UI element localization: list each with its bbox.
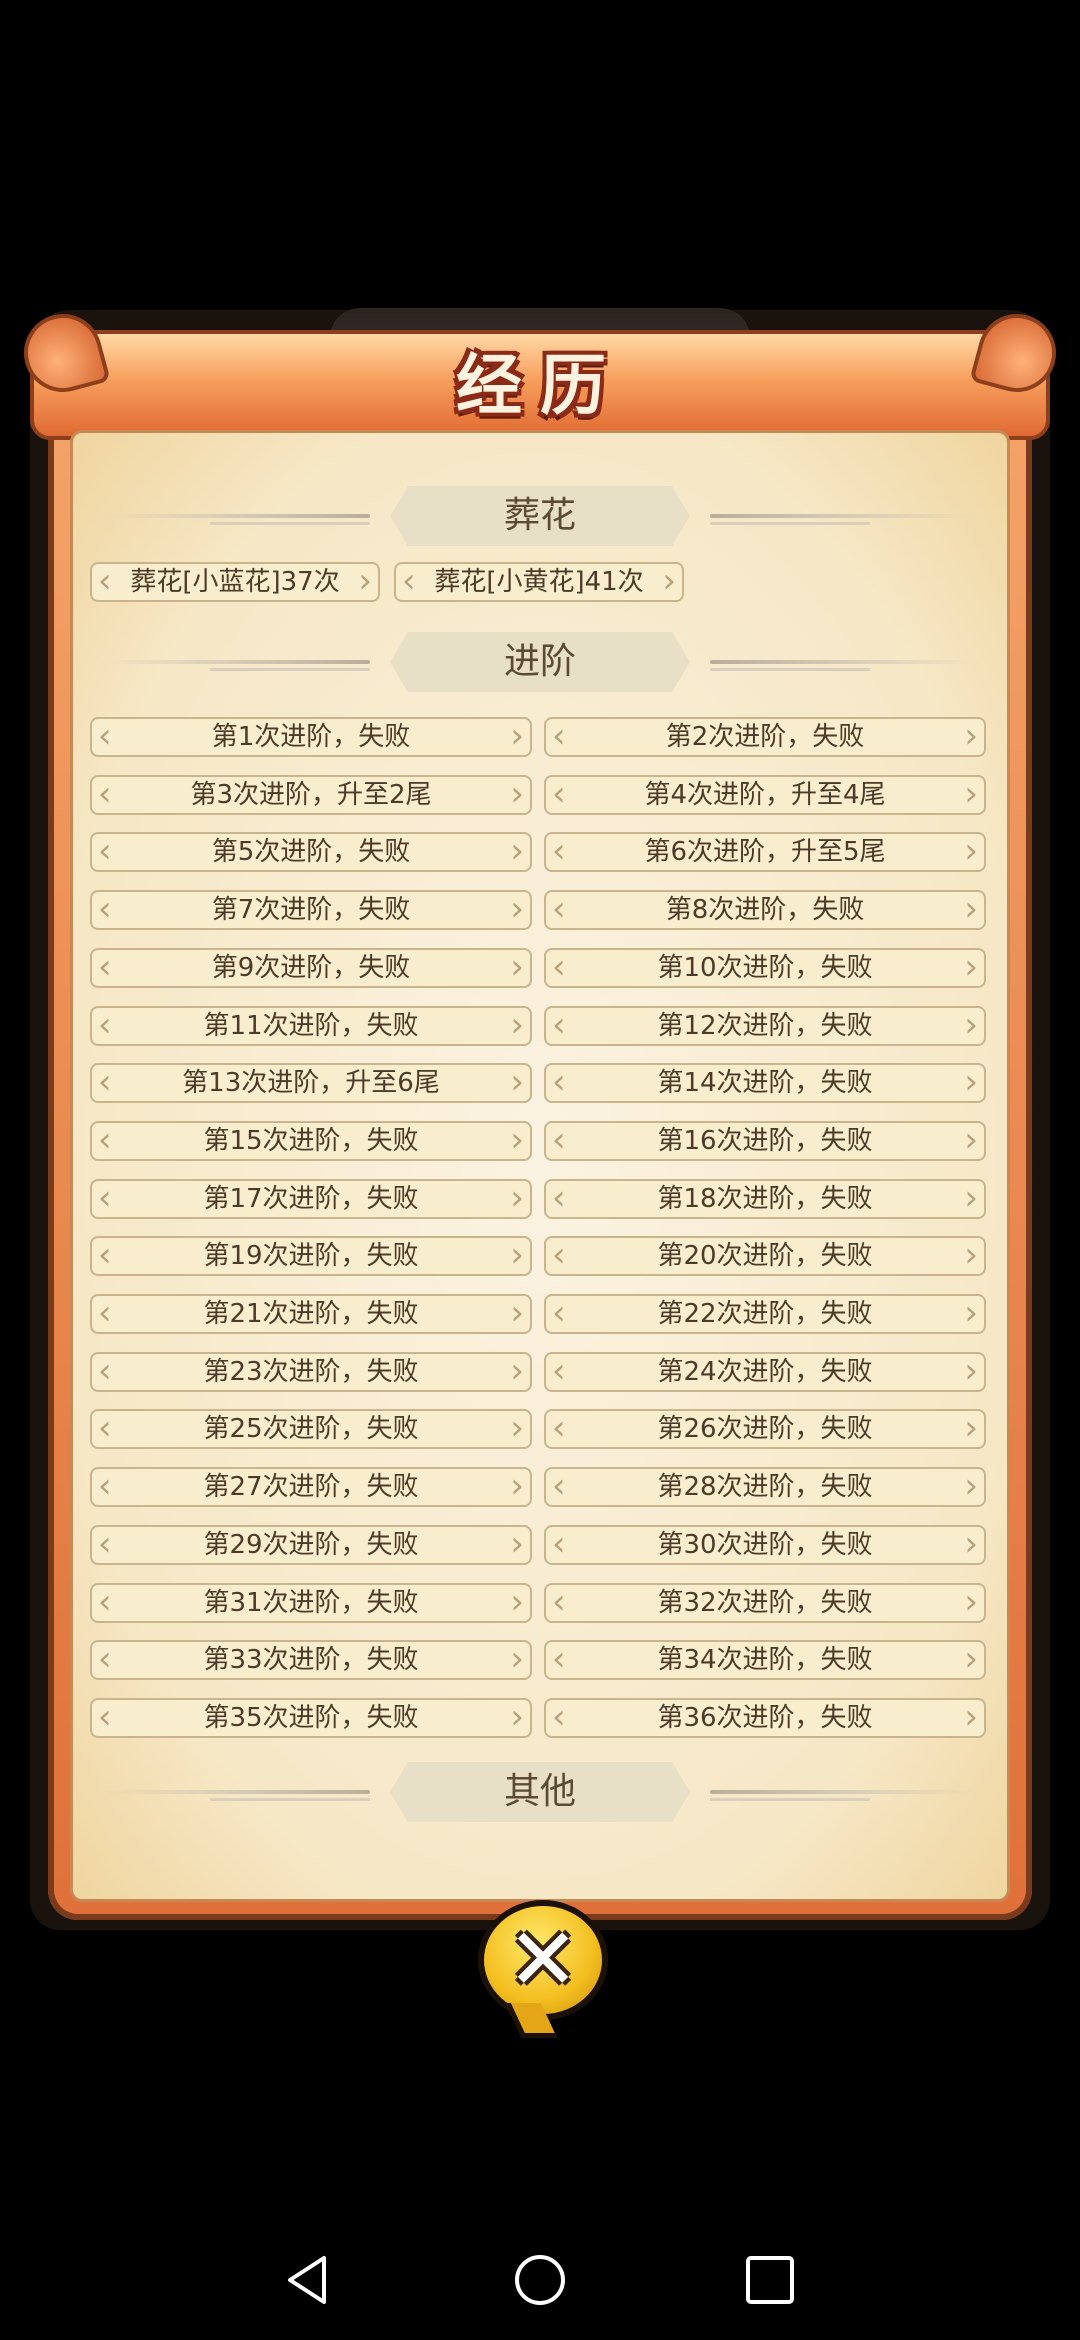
advance-entry: 第34次进阶，失败 xyxy=(544,1640,986,1681)
advance-entry: 第21次进阶，失败 xyxy=(90,1294,532,1334)
section-label: 葬花 xyxy=(390,486,690,546)
flower-entry: 葬花[小黄花]41次 xyxy=(394,562,684,602)
section-label: 其他 xyxy=(390,1762,690,1822)
dialog-title: 经历 xyxy=(456,346,624,424)
section-header-advance: 进阶 xyxy=(90,632,990,692)
advance-entry: 第22次进阶，失败 xyxy=(544,1294,986,1334)
section-header-flower: 葬花 xyxy=(90,486,990,546)
advance-entry: 第13次进阶，升至6尾 xyxy=(90,1063,532,1104)
advance-entry: 第28次进阶，失败 xyxy=(544,1467,986,1508)
close-button[interactable]: ✕ xyxy=(478,1900,608,2020)
advance-entry: 第9次进阶，失败 xyxy=(90,947,532,988)
divider-left xyxy=(100,514,370,525)
advance-entry: 第14次进阶，失败 xyxy=(544,1063,986,1104)
advance-entry: 第25次进阶，失败 xyxy=(90,1409,532,1450)
home-circle-icon[interactable] xyxy=(510,2250,570,2310)
advance-entry: 第31次进阶，失败 xyxy=(90,1582,532,1623)
advance-entry: 第16次进阶，失败 xyxy=(544,1120,986,1161)
advance-entry: 第18次进阶，失败 xyxy=(544,1178,986,1219)
advance-entry: 第20次进阶，失败 xyxy=(544,1236,986,1277)
advance-entry: 第2次进阶，失败 xyxy=(544,717,986,757)
advance-entry: 第3次进阶，升至2尾 xyxy=(90,774,532,815)
flower-entry: 葬花[小蓝花]37次 xyxy=(90,562,380,602)
advance-entry: 第8次进阶，失败 xyxy=(544,890,986,931)
advance-entry: 第17次进阶，失败 xyxy=(90,1178,532,1219)
advance-entry: 第27次进阶，失败 xyxy=(90,1467,532,1508)
advance-entry: 第10次进阶，失败 xyxy=(544,947,986,988)
divider-right xyxy=(710,1790,980,1794)
advance-entry: 第32次进阶，失败 xyxy=(544,1582,986,1623)
section-label: 进阶 xyxy=(390,632,690,692)
back-triangle-icon[interactable] xyxy=(280,2250,340,2310)
divider-left xyxy=(100,1790,370,1801)
advance-entry: 第15次进阶，失败 xyxy=(90,1120,532,1161)
advance-entry: 第19次进阶，失败 xyxy=(90,1236,532,1277)
advance-entry: 第11次进阶，失败 xyxy=(90,1005,532,1046)
advance-entry: 第29次进阶，失败 xyxy=(90,1524,532,1565)
divider-right xyxy=(710,660,980,664)
close-x-icon: ✕ xyxy=(506,1910,580,2010)
advance-entry: 第5次进阶，失败 xyxy=(90,832,532,873)
advance-entry: 第24次进阶，失败 xyxy=(544,1351,986,1392)
system-navbar xyxy=(0,2220,1080,2340)
advance-entry: 第7次进阶，失败 xyxy=(90,890,532,931)
advance-entry: 第1次进阶，失败 xyxy=(90,717,532,757)
advance-entry: 第30次进阶，失败 xyxy=(544,1524,986,1565)
section-header-other: 其他 xyxy=(90,1762,990,1822)
advance-entry: 第26次进阶，失败 xyxy=(544,1409,986,1450)
advance-entry: 第23次进阶，失败 xyxy=(90,1351,532,1392)
divider-left xyxy=(100,660,370,671)
divider-right xyxy=(710,514,980,518)
advance-entry: 第35次进阶，失败 xyxy=(90,1697,532,1738)
advance-entry: 第12次进阶，失败 xyxy=(544,1005,986,1046)
recents-square-icon[interactable] xyxy=(740,2250,800,2310)
advance-entry: 第4次进阶，升至4尾 xyxy=(544,774,986,815)
advance-entry: 第33次进阶，失败 xyxy=(90,1640,532,1681)
advance-entry: 第6次进阶，升至5尾 xyxy=(544,832,986,873)
advance-entry: 第36次进阶，失败 xyxy=(544,1697,986,1738)
